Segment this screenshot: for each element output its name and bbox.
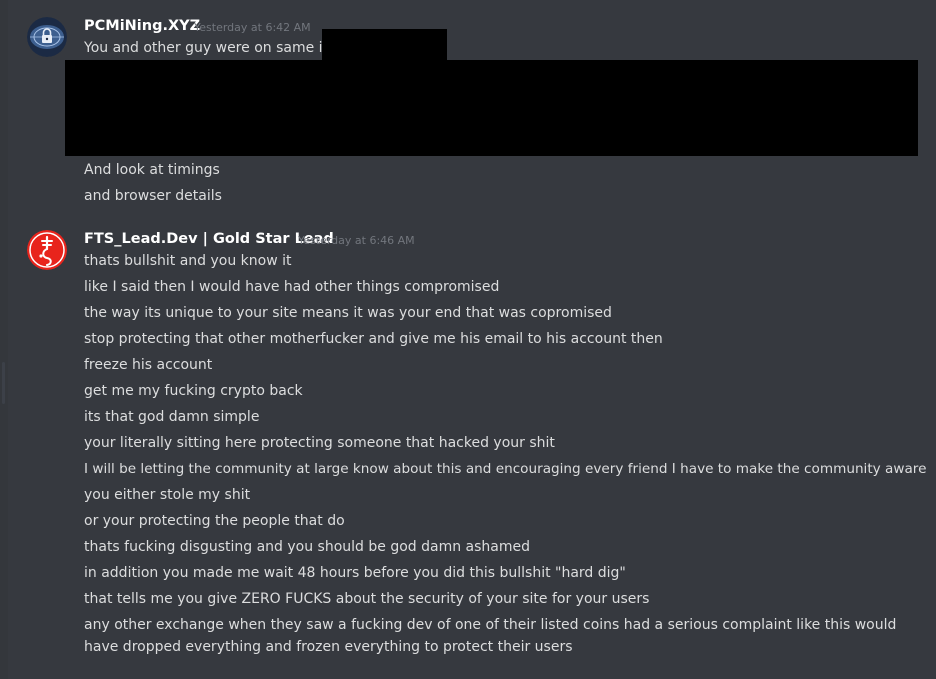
message-line: freeze his account — [84, 357, 213, 373]
avatar-red-emblem-icon[interactable] — [27, 230, 67, 270]
message-line: in addition you made me wait 48 hours be… — [84, 565, 626, 581]
message-line: or your protecting the people that do — [84, 513, 345, 529]
scroll-indicator — [2, 362, 5, 404]
username[interactable]: FTS_Lead.Dev | Gold Star Lead — [84, 230, 334, 248]
timestamp: Yesterday at 6:42 AM — [194, 21, 311, 34]
message-line: you either stole my shit — [84, 487, 251, 503]
message-line: get me my fucking crypto back — [84, 383, 303, 399]
message-line: and browser details — [84, 188, 222, 204]
timestamp: Yesterday at 6:46 AM — [298, 234, 415, 247]
message-line: You and other guy were on same ip: — [84, 40, 337, 56]
message-line: And look at timings — [84, 162, 220, 178]
message-line: like I said then I would have had other … — [84, 279, 500, 295]
redaction-block — [65, 60, 918, 156]
username[interactable]: PCMiNing.XYZ — [84, 17, 200, 35]
message-line: thats fucking disgusting and you should … — [84, 539, 531, 555]
message-line: I will be letting the community at large… — [84, 461, 927, 477]
message-line: its that god damn simple — [84, 409, 260, 425]
message-line: any other exchange when they saw a fucki… — [84, 617, 897, 655]
redaction-bar — [322, 29, 447, 61]
avatar-lock-globe-icon[interactable] — [27, 17, 67, 57]
message-line: that tells me you give ZERO FUCKS about … — [84, 591, 650, 607]
message-line: thats bullshit and you know it — [84, 253, 292, 269]
message-line: your literally sitting here protecting s… — [84, 435, 555, 451]
message-line: stop protecting that other motherfucker … — [84, 331, 663, 347]
message-line: the way its unique to your site means it… — [84, 305, 612, 321]
sidebar-edge — [0, 0, 8, 679]
